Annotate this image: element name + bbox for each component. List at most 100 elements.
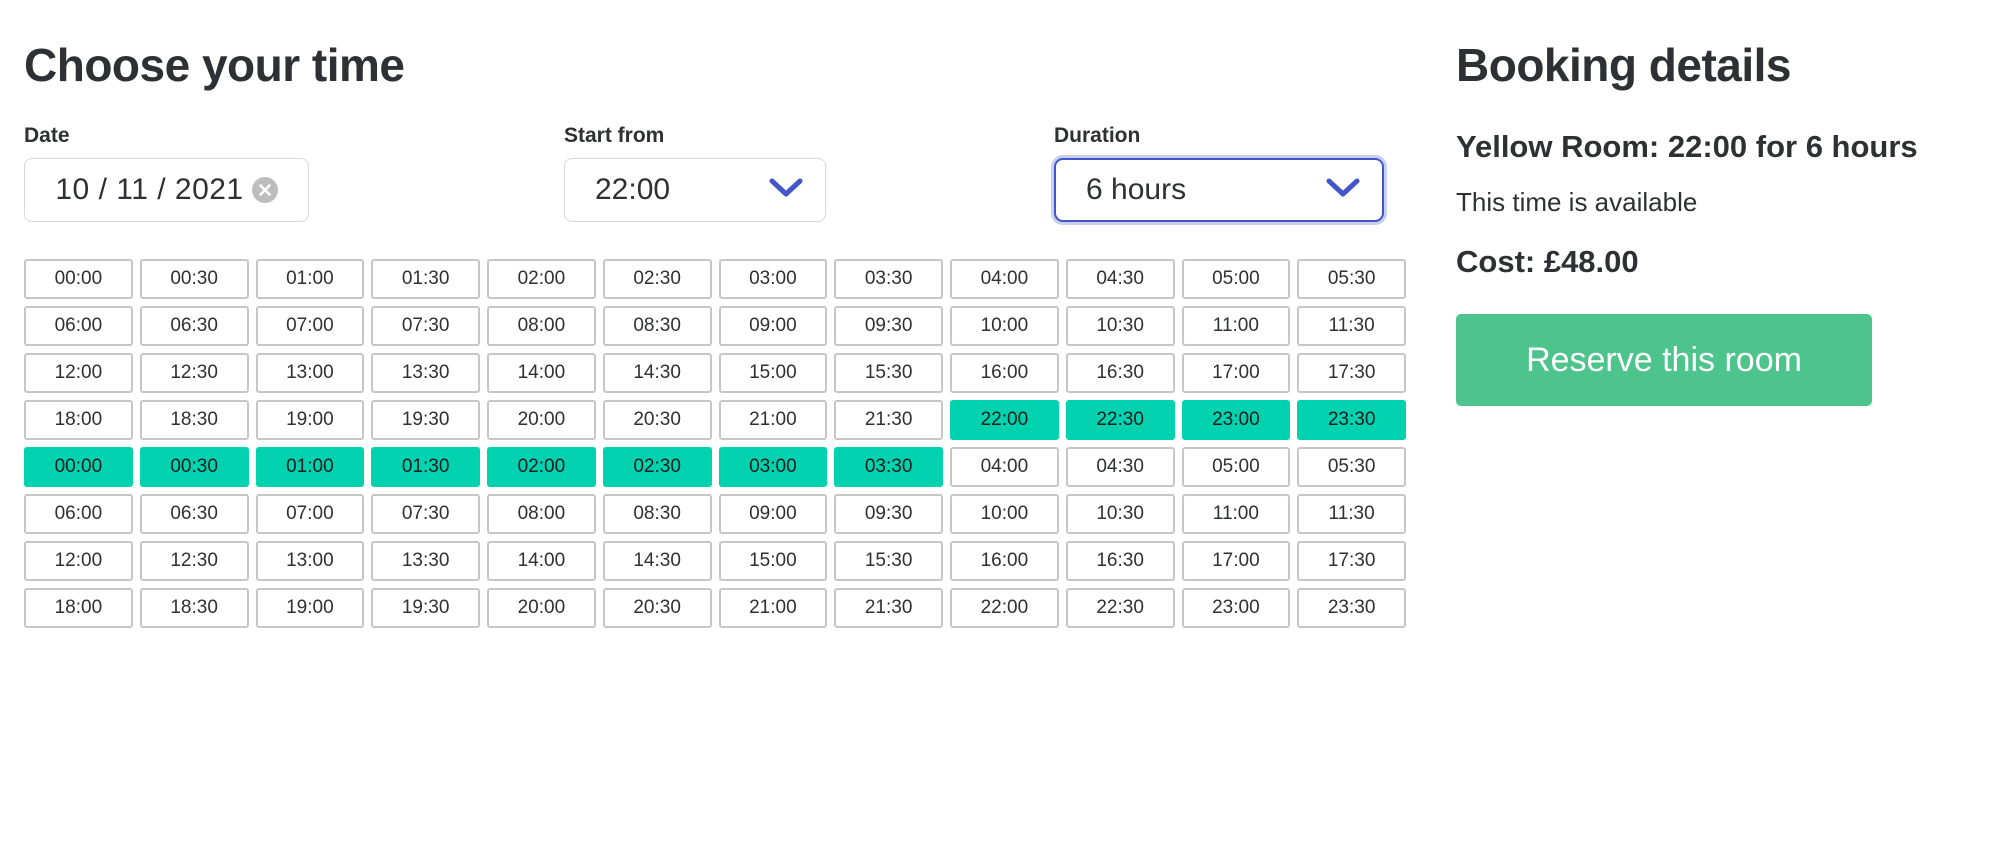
clear-circle-icon[interactable] [251,176,278,203]
time-slot[interactable]: 05:30 [1297,446,1406,487]
time-slot[interactable]: 08:30 [602,493,712,534]
time-slot[interactable]: 20:00 [487,399,596,440]
time-slot[interactable]: 09:00 [718,493,828,534]
time-slot[interactable]: 11:30 [1297,493,1406,534]
time-slot[interactable]: 20:30 [602,587,712,628]
time-slot[interactable]: 04:00 [950,258,1059,299]
time-slot[interactable]: 07:30 [371,493,480,534]
time-slot[interactable]: 12:30 [139,540,249,581]
time-slot[interactable]: 15:00 [718,540,828,581]
time-slot[interactable]: 14:30 [602,540,712,581]
time-slot[interactable]: 04:00 [950,446,1059,487]
time-slot[interactable]: 17:00 [1181,352,1291,393]
time-slot[interactable]: 06:00 [24,493,133,534]
time-slot[interactable]: 13:00 [255,352,365,393]
time-slot[interactable]: 02:00 [487,446,596,487]
time-slot[interactable]: 18:00 [24,399,133,440]
time-slot[interactable]: 00:30 [139,446,249,487]
time-slot[interactable]: 02:30 [602,258,712,299]
time-slot[interactable]: 06:30 [139,493,249,534]
time-slot[interactable]: 14:00 [487,540,596,581]
time-slot[interactable]: 09:30 [834,305,943,346]
time-slot[interactable]: 11:00 [1181,305,1291,346]
time-slot[interactable]: 21:00 [718,399,828,440]
time-slot[interactable]: 00:00 [24,446,133,487]
time-slot[interactable]: 17:00 [1181,540,1291,581]
time-slot[interactable]: 05:00 [1181,446,1291,487]
time-slot[interactable]: 10:00 [950,493,1059,534]
time-slot[interactable]: 01:30 [371,446,480,487]
time-slot[interactable]: 12:00 [24,352,133,393]
time-slot[interactable]: 23:00 [1181,399,1291,440]
time-slot[interactable]: 05:30 [1297,258,1406,299]
time-slot[interactable]: 11:30 [1297,305,1406,346]
time-slot[interactable]: 22:00 [950,587,1059,628]
time-slot[interactable]: 09:00 [718,305,828,346]
time-slot[interactable]: 19:30 [371,587,480,628]
time-slot[interactable]: 13:30 [371,352,480,393]
start-from-select[interactable]: 22:00 [564,157,826,222]
time-slot[interactable]: 23:30 [1297,587,1406,628]
time-slot[interactable]: 11:00 [1181,493,1291,534]
time-slot[interactable]: 15:30 [834,540,943,581]
time-slot[interactable]: 21:30 [834,587,943,628]
time-slot[interactable]: 04:30 [1065,258,1175,299]
time-slot[interactable]: 23:30 [1297,399,1406,440]
time-slot[interactable]: 18:00 [24,587,133,628]
time-slot[interactable]: 19:00 [255,399,365,440]
time-slot[interactable]: 21:30 [834,399,943,440]
time-slot[interactable]: 01:00 [255,446,365,487]
time-slot[interactable]: 02:30 [602,446,712,487]
time-slot[interactable]: 14:00 [487,352,596,393]
time-slot[interactable]: 06:30 [139,305,249,346]
time-slot[interactable]: 16:00 [950,352,1059,393]
reserve-room-button[interactable]: Reserve this room [1456,313,1872,406]
time-slot[interactable]: 21:00 [718,587,828,628]
time-slot[interactable]: 10:30 [1065,493,1175,534]
time-slot[interactable]: 14:30 [602,352,712,393]
time-slot[interactable]: 12:30 [139,352,249,393]
time-slot[interactable]: 13:30 [371,540,480,581]
time-slot[interactable]: 20:00 [487,587,596,628]
time-slot[interactable]: 19:30 [371,399,480,440]
time-slot[interactable]: 17:30 [1297,540,1406,581]
time-slot[interactable]: 07:30 [371,305,480,346]
time-slot[interactable]: 20:30 [602,399,712,440]
time-slot[interactable]: 05:00 [1181,258,1291,299]
time-slot[interactable]: 07:00 [255,305,365,346]
time-slot[interactable]: 03:30 [834,258,943,299]
time-slot[interactable]: 16:30 [1065,540,1175,581]
time-slot[interactable]: 04:30 [1065,446,1175,487]
time-slot[interactable]: 03:00 [718,258,828,299]
time-slot[interactable]: 01:30 [371,258,480,299]
time-slot[interactable]: 15:00 [718,352,828,393]
time-slot[interactable]: 03:00 [718,446,828,487]
time-slot[interactable]: 08:00 [487,493,596,534]
time-slot[interactable]: 18:30 [139,399,249,440]
time-slot[interactable]: 10:30 [1065,305,1175,346]
time-slot[interactable]: 00:00 [24,258,133,299]
time-slot[interactable]: 08:30 [602,305,712,346]
time-slot[interactable]: 08:00 [487,305,596,346]
time-slot[interactable]: 22:30 [1065,399,1175,440]
time-slot[interactable]: 16:30 [1065,352,1175,393]
time-slot[interactable]: 17:30 [1297,352,1406,393]
time-slot[interactable]: 03:30 [834,446,943,487]
duration-select[interactable]: 6 hours [1054,157,1384,222]
time-slot[interactable]: 10:00 [950,305,1059,346]
time-slot[interactable]: 01:00 [255,258,365,299]
time-slot[interactable]: 07:00 [255,493,365,534]
time-slot[interactable]: 09:30 [834,493,943,534]
time-slot[interactable]: 19:00 [255,587,365,628]
time-slot[interactable]: 00:30 [139,258,249,299]
time-slot[interactable]: 13:00 [255,540,365,581]
time-slot[interactable]: 15:30 [834,352,943,393]
time-slot[interactable]: 16:00 [950,540,1059,581]
time-slot[interactable]: 18:30 [139,587,249,628]
time-slot[interactable]: 06:00 [24,305,133,346]
time-slot[interactable]: 12:00 [24,540,133,581]
date-input[interactable]: 10 / 11 / 2021 [24,157,309,222]
time-slot[interactable]: 23:00 [1181,587,1291,628]
time-slot[interactable]: 02:00 [487,258,596,299]
time-slot[interactable]: 22:30 [1065,587,1175,628]
